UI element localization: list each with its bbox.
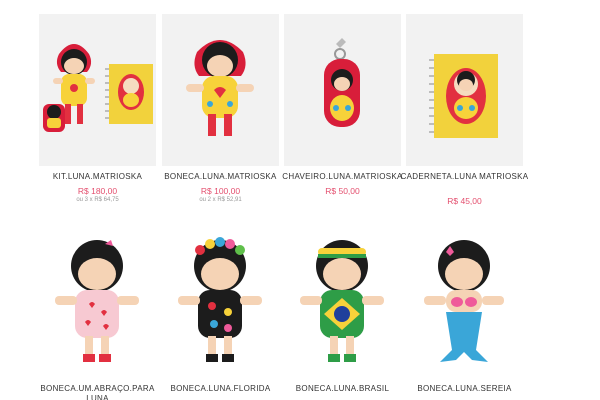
product-grid: KIT.LUNA.MATRIOSKA R$ 180,00 ou 3 x R$ 6… — [0, 0, 600, 400]
product-name[interactable]: BONECA.UM.ABRAÇO.PARA LUNA — [33, 384, 162, 400]
product-price: R$ 180,00 — [77, 186, 118, 196]
product-image-kit[interactable] — [39, 14, 156, 166]
product-price: R$ 45,00 — [447, 196, 482, 206]
product-image-abraco[interactable] — [39, 232, 156, 372]
product-name[interactable]: BONECA.LUNA.BRASIL — [278, 384, 407, 394]
product-name[interactable]: BONECA.LUNA.SEREIA — [400, 384, 529, 394]
product-name[interactable]: CADERNETA.LUNA MATRIOSKA — [400, 172, 529, 182]
product-name[interactable]: CHAVEIRO.LUNA.MATRIOSKA — [278, 172, 407, 182]
product-image-sereia[interactable] — [406, 232, 523, 372]
product-installment: ou 3 x R$ 64,75 — [76, 197, 119, 203]
product-installment: ou 2 x R$ 52,91 — [199, 197, 242, 203]
product-image-boneca-matrioska[interactable] — [162, 14, 279, 166]
product-image-chaveiro[interactable] — [284, 14, 401, 166]
product-name[interactable]: KIT.LUNA.MATRIOSKA — [33, 172, 162, 182]
product-price: R$ 50,00 — [325, 186, 360, 196]
product-name[interactable]: BONECA.LUNA.MATRIOSKA — [156, 172, 285, 182]
product-image-florida[interactable] — [162, 232, 279, 372]
product-name[interactable]: BONECA.LUNA.FLORIDA — [156, 384, 285, 394]
product-image-caderneta[interactable] — [406, 14, 523, 166]
product-price: R$ 100,00 — [200, 186, 241, 196]
product-image-brasil[interactable] — [284, 232, 401, 372]
